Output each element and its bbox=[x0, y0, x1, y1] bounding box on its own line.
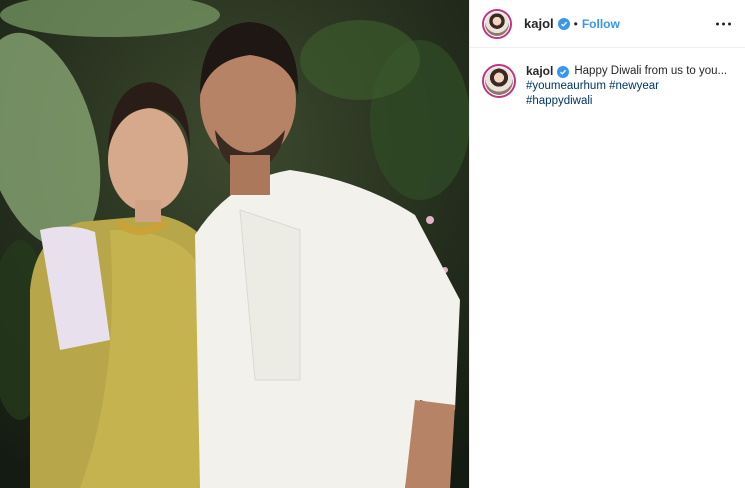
header-username[interactable]: kajol bbox=[524, 16, 554, 31]
more-dot bbox=[716, 22, 719, 25]
caption-line: kajol Happy Diwali from us to you... bbox=[526, 64, 733, 79]
hashtag-link[interactable]: #youmeaurhum bbox=[526, 80, 606, 92]
header-separator: • bbox=[573, 16, 578, 31]
caption-text: Happy Diwali from us to you... bbox=[574, 65, 728, 77]
hashtags-row: #youmeaurhum #newyear bbox=[526, 79, 733, 94]
post-header: kajol • Follow bbox=[470, 0, 745, 48]
follow-button[interactable]: Follow bbox=[582, 17, 620, 31]
more-dot bbox=[728, 22, 731, 25]
avatar-image bbox=[485, 67, 513, 95]
verified-badge-icon bbox=[557, 65, 570, 78]
caption-avatar[interactable] bbox=[482, 64, 516, 98]
hashtags-row: #happydiwali bbox=[526, 94, 733, 109]
more-dot bbox=[722, 22, 725, 25]
more-options-icon[interactable] bbox=[712, 18, 735, 29]
post-photo[interactable] bbox=[0, 0, 469, 488]
avatar-image bbox=[485, 11, 509, 36]
hashtag-link[interactable]: #newyear bbox=[609, 80, 659, 92]
post-image bbox=[0, 0, 469, 488]
caption-username[interactable]: kajol bbox=[526, 64, 553, 79]
verified-badge-icon bbox=[557, 17, 570, 30]
caption: kajol Happy Diwali from us to you... #yo… bbox=[470, 48, 745, 109]
header-avatar[interactable] bbox=[482, 8, 512, 39]
caption-body: kajol Happy Diwali from us to you... #yo… bbox=[526, 64, 733, 109]
hashtag-link[interactable]: #happydiwali bbox=[526, 95, 593, 107]
post-sidebar: kajol • Follow kajol Happy Diwali from u… bbox=[469, 0, 745, 488]
